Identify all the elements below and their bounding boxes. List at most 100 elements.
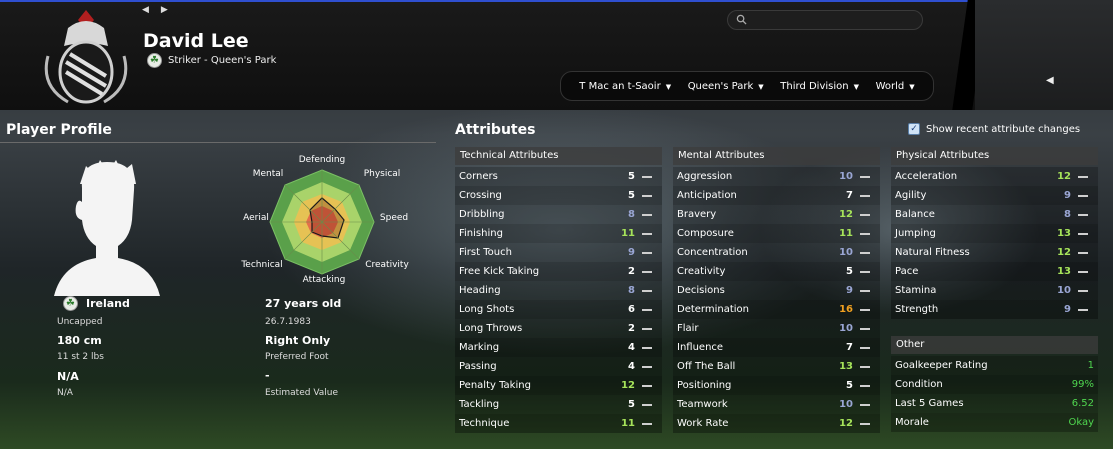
attribute-row[interactable]: Penalty Taking 12 xyxy=(455,376,662,395)
attribute-row[interactable]: Anticipation 7 xyxy=(673,186,880,205)
trend-flat-icon xyxy=(860,232,870,235)
show-changes-toggle[interactable]: ✓ Show recent attribute changes xyxy=(908,123,1080,135)
collapse-panel-icon[interactable]: ◀ xyxy=(1046,75,1054,86)
preferred-foot: Right Only xyxy=(265,334,331,347)
attribute-name: Natural Fitness xyxy=(895,247,970,258)
attribute-name: Agility xyxy=(895,190,927,201)
player-role-club[interactable]: Striker - Queen's Park xyxy=(168,55,276,66)
attribute-name: Free Kick Taking xyxy=(459,266,540,277)
nationality-row[interactable]: ☘ Ireland xyxy=(63,296,130,311)
attribute-row[interactable]: Long Throws 2 xyxy=(455,319,662,338)
section-title-attributes: Attributes xyxy=(455,122,536,138)
trend-flat-icon xyxy=(642,327,652,330)
attribute-value: 5 xyxy=(628,399,635,410)
attribute-row[interactable]: Agility 9 xyxy=(891,186,1098,205)
chevron-down-icon: ▼ xyxy=(758,82,764,91)
attribute-value: 8 xyxy=(628,285,635,296)
attribute-value: 4 xyxy=(628,361,635,372)
attribute-row[interactable]: Jumping 13 xyxy=(891,224,1098,243)
other-stat-value: 6.52 xyxy=(1071,398,1094,409)
attribute-row[interactable]: Acceleration 12 xyxy=(891,167,1098,186)
attribute-row[interactable]: Finishing 11 xyxy=(455,224,662,243)
attribute-row[interactable]: Dribbling 8 xyxy=(455,205,662,224)
attribute-row[interactable]: Heading 8 xyxy=(455,281,662,300)
other-attributes-panel: Other Goalkeeper Rating 1 Condition 99% Last… xyxy=(891,336,1098,432)
attribute-row[interactable]: Concentration 10 xyxy=(673,243,880,262)
attribute-row[interactable]: Bravery 12 xyxy=(673,205,880,224)
attribute-name: Marking xyxy=(459,342,500,353)
trend-flat-icon xyxy=(642,175,652,178)
attribute-row[interactable]: Passing 4 xyxy=(455,357,662,376)
search-input[interactable] xyxy=(727,10,923,30)
radar-label-technical: Technical xyxy=(240,260,282,270)
attribute-row[interactable]: Decisions 9 xyxy=(673,281,880,300)
attribute-row[interactable]: Influence 7 xyxy=(673,338,880,357)
breadcrumb-manager[interactable]: T Mac an t-Saoir ▼ xyxy=(579,81,671,92)
attribute-row[interactable]: Composure 11 xyxy=(673,224,880,243)
attribute-row[interactable]: Aggression 10 xyxy=(673,167,880,186)
trend-flat-icon xyxy=(642,346,652,349)
breadcrumb-club[interactable]: Queen's Park ▼ xyxy=(688,81,764,92)
player-silhouette-icon xyxy=(54,160,160,296)
attribute-row[interactable]: Flair 10 xyxy=(673,319,880,338)
trend-flat-icon xyxy=(860,365,870,368)
other-stat-value: 99% xyxy=(1071,379,1094,390)
player-name: David Lee xyxy=(143,30,249,52)
attribute-name: First Touch xyxy=(459,247,512,258)
attribute-name: Long Throws xyxy=(459,323,523,334)
attribute-row[interactable]: Strength 9 xyxy=(891,300,1098,319)
attribute-value: 16 xyxy=(839,304,853,315)
trend-flat-icon xyxy=(860,346,870,349)
attribute-value: 12 xyxy=(1057,171,1071,182)
attribute-value: 10 xyxy=(839,399,853,410)
attribute-value: 12 xyxy=(839,418,853,429)
other-attributes-header: Other xyxy=(891,336,1098,354)
forward-arrow-icon[interactable]: ▶ xyxy=(161,5,180,15)
attribute-row[interactable]: Creativity 5 xyxy=(673,262,880,281)
attribute-name: Off The Ball xyxy=(677,361,736,372)
attribute-value: 11 xyxy=(621,418,635,429)
checkbox-checked-icon[interactable]: ✓ xyxy=(908,123,920,135)
back-arrow-icon[interactable]: ◀ xyxy=(142,5,161,15)
player-nav-arrows[interactable]: ◀▶ xyxy=(142,5,180,15)
other-stat-row: Condition 99% xyxy=(891,375,1098,394)
attribute-row[interactable]: Long Shots 6 xyxy=(455,300,662,319)
attribute-row[interactable]: Free Kick Taking 2 xyxy=(455,262,662,281)
attribute-row[interactable]: Marking 4 xyxy=(455,338,662,357)
attribute-row[interactable]: Off The Ball 13 xyxy=(673,357,880,376)
attribute-row[interactable]: Pace 13 xyxy=(891,262,1098,281)
attribute-row[interactable]: Technique 11 xyxy=(455,414,662,433)
attribute-value: 12 xyxy=(1057,247,1071,258)
attribute-row[interactable]: Natural Fitness 12 xyxy=(891,243,1098,262)
attribute-row[interactable]: Corners 5 xyxy=(455,167,662,186)
attribute-value: 10 xyxy=(839,171,853,182)
attribute-row[interactable]: Crossing 5 xyxy=(455,186,662,205)
trend-flat-icon xyxy=(1078,308,1088,311)
attribute-name: Concentration xyxy=(677,247,748,258)
nationality[interactable]: Ireland xyxy=(86,297,130,310)
attribute-name: Penalty Taking xyxy=(459,380,531,391)
attribute-row[interactable]: Work Rate 12 xyxy=(673,414,880,433)
trend-flat-icon xyxy=(1078,232,1088,235)
attribute-row[interactable]: Balance 8 xyxy=(891,205,1098,224)
attribute-row[interactable]: Stamina 10 xyxy=(891,281,1098,300)
attribute-row[interactable]: First Touch 9 xyxy=(455,243,662,262)
attribute-name: Passing xyxy=(459,361,497,372)
attribute-row[interactable]: Positioning 5 xyxy=(673,376,880,395)
breadcrumb-world[interactable]: World ▼ xyxy=(876,81,915,92)
contract-value-sub: N/A xyxy=(57,388,73,398)
attribute-name: Long Shots xyxy=(459,304,515,315)
attribute-name: Finishing xyxy=(459,228,503,239)
attribute-value: 8 xyxy=(628,209,635,220)
attribute-row[interactable]: Tackling 5 xyxy=(455,395,662,414)
attribute-row[interactable]: Determination 16 xyxy=(673,300,880,319)
attribute-row[interactable]: Teamwork 10 xyxy=(673,395,880,414)
attribute-name: Crossing xyxy=(459,190,502,201)
trend-flat-icon xyxy=(860,289,870,292)
attribute-value: 13 xyxy=(839,361,853,372)
player-radar-chart: Defending Physical Speed Creativity Atta… xyxy=(240,155,409,285)
other-stat-row: Morale Okay xyxy=(891,413,1098,432)
attribute-name: Heading xyxy=(459,285,501,296)
breadcrumb-league[interactable]: Third Division ▼ xyxy=(780,81,859,92)
club-crest-icon[interactable] xyxy=(38,6,134,106)
